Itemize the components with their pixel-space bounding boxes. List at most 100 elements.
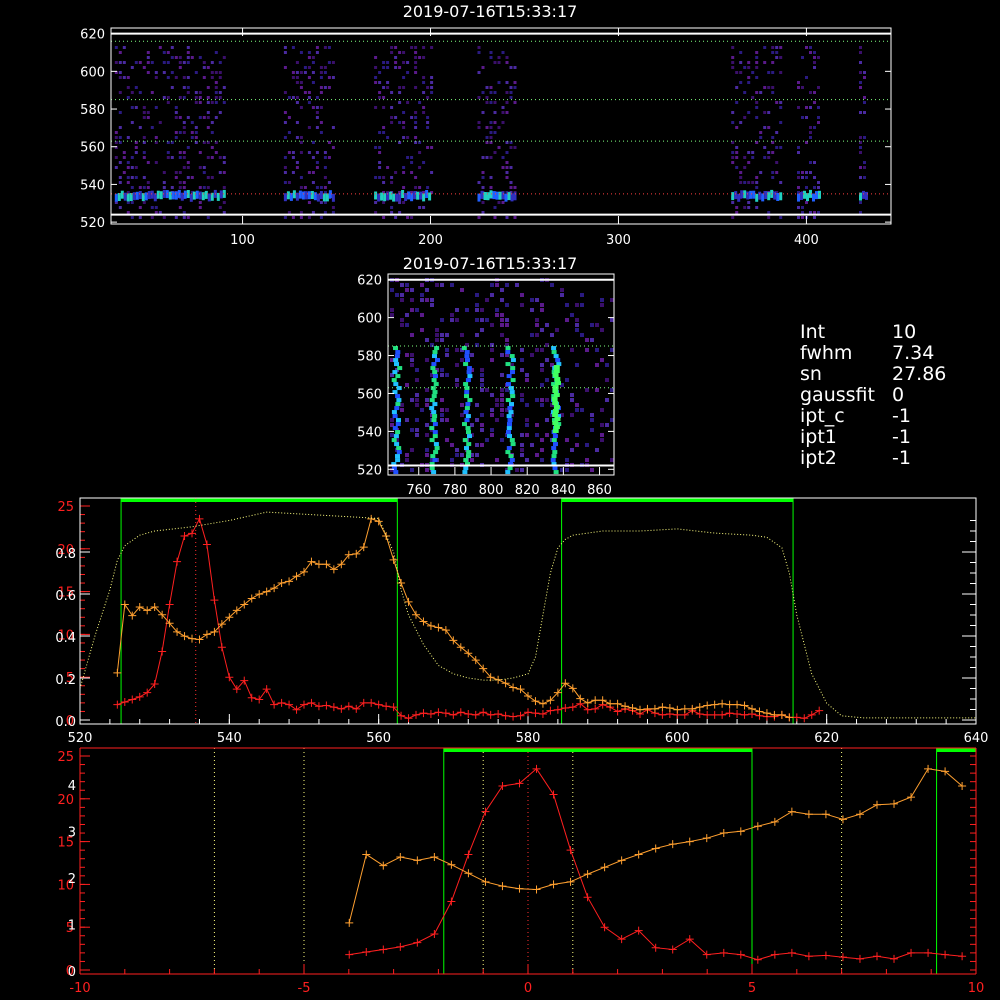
heat-pixel: [440, 283, 444, 287]
data-point: [486, 710, 495, 719]
heat-pixel: [395, 293, 399, 297]
heat-pixel: [150, 216, 154, 219]
heat-pixel: [489, 121, 493, 124]
heat-pixel: [394, 56, 398, 59]
heat-pixel: [731, 46, 735, 49]
heat-pixel: [470, 458, 474, 462]
heat-pixel: [182, 156, 186, 159]
heat-pixel: [501, 121, 505, 124]
heat-pixel: [813, 161, 816, 164]
heat-pixel: [520, 303, 524, 307]
bright-pixel: [509, 354, 515, 359]
heat-pixel: [319, 76, 323, 79]
heat-pixel: [605, 378, 609, 382]
heat-pixel: [307, 151, 311, 154]
heat-pixel: [525, 403, 529, 407]
heat-pixel: [299, 86, 303, 89]
heat-pixel: [767, 126, 771, 129]
heat-pixel: [739, 51, 743, 54]
data-point: [464, 869, 473, 878]
bright-pixel: [803, 190, 806, 199]
heat-pixel: [182, 96, 186, 99]
param-key: sn: [800, 363, 822, 385]
bright-pixel: [465, 414, 471, 419]
heat-pixel: [295, 96, 299, 99]
bright-pixel: [509, 402, 514, 407]
heat-pixel: [118, 176, 122, 179]
heat-pixel: [731, 56, 735, 59]
heat-pixel: [170, 71, 174, 74]
bright-pixel: [462, 438, 468, 443]
data-point: [135, 692, 144, 701]
y-tick-label-white: 0.4: [55, 631, 76, 646]
heat-pixel: [142, 111, 146, 114]
bright-pixel: [396, 450, 402, 455]
heat-pixel: [775, 46, 779, 49]
heat-pixel: [178, 186, 182, 189]
heat-pixel: [398, 101, 402, 104]
heat-pixel: [114, 136, 118, 139]
heat-pixel: [735, 126, 739, 129]
bright-pixel: [192, 191, 196, 200]
heat-pixel: [767, 211, 771, 214]
heat-pixel: [570, 348, 574, 352]
heat-pixel: [501, 201, 505, 204]
heat-pixel: [500, 403, 504, 407]
heat-pixel: [114, 166, 118, 169]
heat-pixel: [138, 206, 142, 209]
heat-pixel: [134, 61, 138, 64]
heat-pixel: [394, 66, 398, 69]
heat-pixel: [739, 181, 743, 184]
heat-pixel: [477, 216, 481, 219]
y-tick-label: 620: [80, 28, 105, 43]
heat-pixel: [817, 121, 820, 124]
data-point: [634, 850, 643, 859]
data-point: [725, 709, 734, 718]
heat-pixel: [382, 126, 386, 129]
heat-pixel: [382, 96, 386, 99]
heat-pixel: [495, 418, 499, 422]
bright-pixel: [377, 193, 381, 202]
heat-pixel: [489, 131, 493, 134]
data-point: [710, 700, 719, 709]
heat-pixel: [450, 428, 454, 432]
heat-pixel: [410, 161, 414, 164]
bright-pixel: [395, 422, 401, 427]
bright-pixel: [551, 350, 557, 355]
heat-pixel: [166, 51, 170, 54]
heat-pixel: [809, 136, 812, 139]
heat-pixel: [400, 323, 404, 327]
heat-pixel: [540, 348, 544, 352]
heat-pixel: [319, 186, 323, 189]
x-tick-label: 800: [479, 483, 504, 498]
data-point: [665, 704, 674, 713]
bright-pixel: [204, 190, 208, 199]
heat-pixel: [126, 176, 130, 179]
heat-pixel: [440, 413, 444, 417]
bright-pixel: [286, 191, 290, 200]
bright-pixel: [431, 394, 437, 399]
heat-pixel: [859, 201, 862, 204]
heat-pixel: [530, 443, 534, 447]
heat-pixel: [198, 166, 202, 169]
heat-pixel: [509, 86, 513, 89]
heat-pixel: [162, 181, 166, 184]
heat-pixel: [390, 206, 394, 209]
heat-pixel: [771, 136, 775, 139]
bright-pixel: [429, 438, 435, 443]
heat-pixel: [610, 298, 614, 302]
bright-pixel: [171, 191, 175, 200]
heat-pixel: [291, 71, 295, 74]
bright-pixel: [396, 446, 402, 451]
heat-pixel: [182, 166, 186, 169]
data-point: [277, 698, 286, 707]
data-point: [441, 626, 450, 635]
data-point: [515, 884, 524, 893]
heat-pixel: [222, 201, 226, 204]
data-point: [673, 705, 682, 714]
heat-pixel: [575, 443, 579, 447]
heat-pixel: [797, 106, 800, 109]
heat-pixel: [565, 458, 569, 462]
heat-pixel: [809, 211, 812, 214]
heat-pixel: [422, 161, 426, 164]
